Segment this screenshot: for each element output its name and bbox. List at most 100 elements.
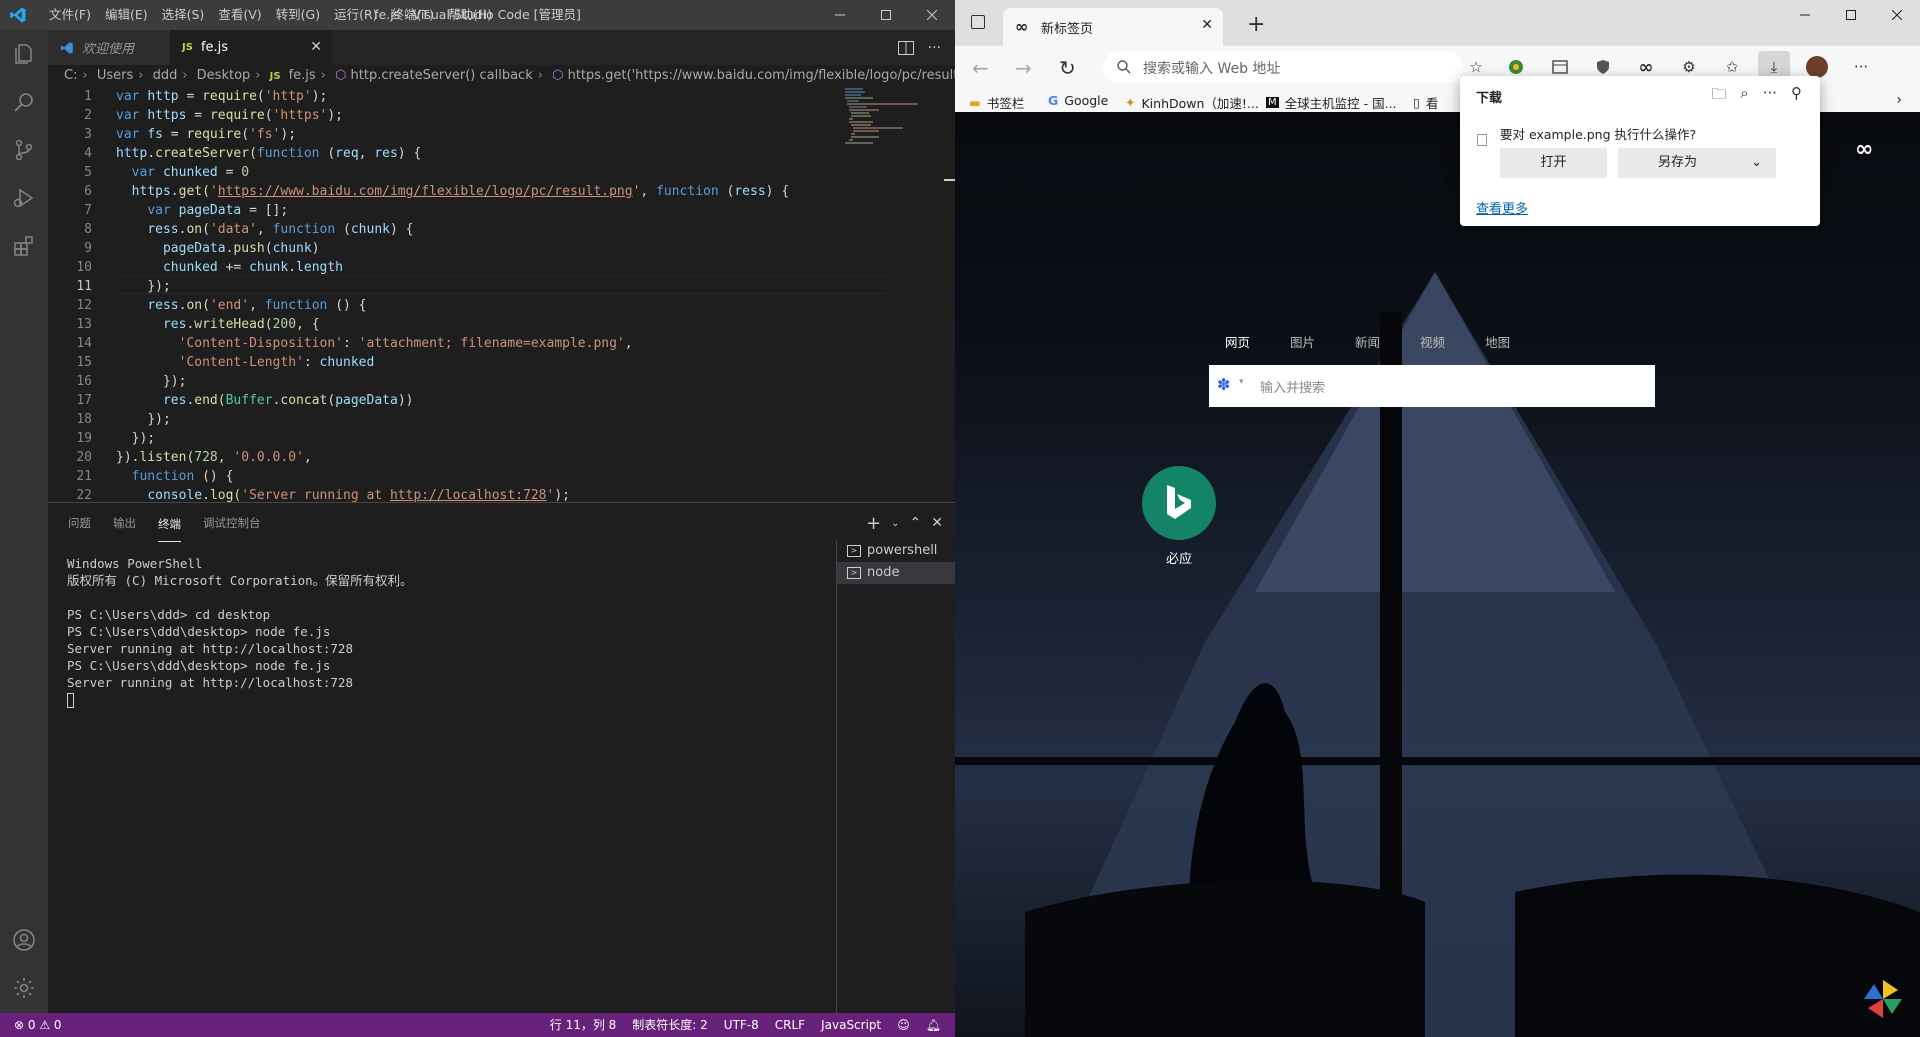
maximize-icon[interactable] <box>863 0 909 30</box>
extension-infinity-icon[interactable]: ∞ <box>1635 56 1657 78</box>
extension-shield-icon[interactable] <box>1592 56 1614 78</box>
search-tab-maps[interactable]: 地图 <box>1485 332 1510 351</box>
bookmark-folder[interactable]: ▬ 书签栏 <box>969 93 1024 112</box>
extension-globe-icon[interactable] <box>1505 56 1527 78</box>
code-line: var http = require('http'); <box>116 89 328 104</box>
chevron-down-icon[interactable]: ⌄ <box>1751 148 1762 178</box>
baidu-paw-icon[interactable]: ✽ <box>1217 375 1230 394</box>
bing-shortcut-icon[interactable] <box>1142 466 1216 540</box>
problems-status[interactable]: ⊗ 0 ⚠ 0 <box>14 1013 62 1037</box>
menu-terminal[interactable]: 终端(T) <box>385 0 441 30</box>
extension-collections-icon[interactable] <box>1549 56 1571 78</box>
search-tab-web[interactable]: 网页 <box>1225 332 1250 351</box>
tab-close-icon[interactable]: ✕ <box>1201 17 1213 33</box>
settings-gear-icon[interactable] <box>0 964 48 1012</box>
breadcrumb-item[interactable]: Desktop <box>197 68 251 83</box>
pinwheel-icon[interactable] <box>1862 978 1904 1020</box>
chevron-down-icon[interactable]: ▾ <box>1239 377 1244 387</box>
explorer-icon[interactable] <box>0 30 48 78</box>
feedback-icon[interactable]: ☺ <box>897 1013 910 1037</box>
accounts-icon[interactable] <box>0 916 48 964</box>
open-button[interactable]: 打开 <box>1500 148 1607 178</box>
search-downloads-icon[interactable]: ⌕ <box>1740 84 1748 109</box>
forward-icon[interactable]: → <box>1015 56 1032 80</box>
add-favorite-icon[interactable]: ☆ <box>1465 56 1487 78</box>
tab-welcome[interactable]: 欢迎使用 <box>48 30 170 65</box>
search-input[interactable]: ✽ ▾ 输入并搜索 <box>1209 365 1655 407</box>
source-control-icon[interactable] <box>0 126 48 174</box>
more-menu-icon[interactable]: ··· <box>1850 56 1872 78</box>
encoding[interactable]: UTF-8 <box>724 1013 759 1037</box>
bookmark-google[interactable]: G Google <box>1048 93 1108 108</box>
bookmark-host-monitor[interactable]: M 全球主机监控 - 国... <box>1266 93 1397 112</box>
tab-close-icon[interactable]: ✕ <box>310 39 322 55</box>
new-terminal-icon[interactable]: + <box>866 513 881 534</box>
breadcrumb-item[interactable]: C: <box>64 68 77 83</box>
menu-selection[interactable]: 选择(S) <box>155 0 212 30</box>
scrollbar-marker[interactable] <box>944 179 955 181</box>
indentation[interactable]: 制表符长度: 2 <box>632 1013 708 1037</box>
breadcrumb-item[interactable]: Users <box>97 68 133 83</box>
terminal-output[interactable]: Windows PowerShell 版权所有 (C) Microsoft Cor… <box>67 555 413 708</box>
menu-help[interactable]: 帮助(H) <box>441 0 499 30</box>
extensions-icon[interactable]: ⚙ <box>1678 56 1700 78</box>
browser-tab[interactable]: ∞ 新标签页 ✕ <box>1003 8 1223 46</box>
code-editor[interactable]: 1 var http = require('http'); 2 var https … <box>48 87 955 503</box>
panel-tab-output[interactable]: 输出 <box>113 503 136 543</box>
menu-file[interactable]: 文件(F) <box>42 0 98 30</box>
search-tab-news[interactable]: 新闻 <box>1355 332 1380 351</box>
close-panel-icon[interactable]: ✕ <box>931 515 943 531</box>
split-editor-icon[interactable] <box>897 40 914 55</box>
chevron-down-icon[interactable]: ⌄ <box>891 518 899 529</box>
panel-tab-problems[interactable]: 问题 <box>68 503 91 543</box>
menu-go[interactable]: 转到(G) <box>269 0 327 30</box>
breadcrumb-item[interactable]: fe.js <box>289 68 316 83</box>
extensions-icon[interactable] <box>0 222 48 270</box>
minimize-icon[interactable] <box>817 0 863 30</box>
panel-tab-terminal[interactable]: 终端 <box>158 505 181 542</box>
close-icon[interactable] <box>909 0 955 30</box>
search-icon[interactable] <box>0 78 48 126</box>
minimap[interactable] <box>843 87 943 147</box>
new-tab-icon[interactable]: + <box>1247 12 1265 37</box>
breadcrumb-item[interactable]: https.get('https://www.baidu.com/img/fle… <box>568 68 955 83</box>
back-icon[interactable]: ← <box>972 56 989 80</box>
bing-shortcut-label[interactable]: 必应 <box>1137 548 1221 567</box>
menu-edit[interactable]: 编辑(E) <box>98 0 155 30</box>
address-bar[interactable]: 搜索或输入 Web 地址 <box>1103 51 1463 83</box>
run-debug-icon[interactable] <box>0 174 48 222</box>
bookmark-other[interactable]: ▯ 看 <box>1413 93 1438 112</box>
tab-fe-js[interactable]: JS fe.js ✕ <box>170 30 332 65</box>
menu-view[interactable]: 查看(V) <box>211 0 268 30</box>
panel-tab-debug-console[interactable]: 调试控制台 <box>203 503 261 543</box>
bookmark-kinhdown[interactable]: ✦ KinhDown（加速!... <box>1125 93 1259 112</box>
terminal-item-powershell[interactable]: > powershell <box>837 540 955 562</box>
refresh-icon[interactable]: ↻ <box>1059 56 1076 80</box>
breadcrumb-item[interactable]: ddd <box>153 68 178 83</box>
search-tab-images[interactable]: 图片 <box>1290 332 1315 351</box>
breadcrumb-item[interactable]: http.createServer() callback <box>351 68 533 83</box>
chevron-right-icon[interactable]: › <box>1896 92 1902 108</box>
cursor-position[interactable]: 行 11，列 8 <box>550 1013 617 1037</box>
minimize-icon[interactable] <box>1782 0 1828 30</box>
see-more-link[interactable]: 查看更多 <box>1476 198 1528 217</box>
profile-avatar[interactable] <box>1806 56 1828 78</box>
search-tab-video[interactable]: 视频 <box>1420 332 1445 351</box>
tab-actions-icon[interactable] <box>971 15 985 29</box>
open-folder-icon[interactable]: 🗀 <box>1711 84 1726 109</box>
more-options-icon[interactable]: ··· <box>1763 84 1777 109</box>
editor-tabs: 欢迎使用 JS fe.js ✕ ··· <box>48 30 955 65</box>
maximize-icon[interactable] <box>1828 0 1874 30</box>
pin-icon[interactable]: ⚲ <box>1791 84 1802 109</box>
save-as-button[interactable]: 另存为 ⌄ <box>1618 148 1776 178</box>
terminal-item-node[interactable]: > node <box>837 562 955 584</box>
maximize-panel-icon[interactable]: ⌃ <box>910 515 922 531</box>
infinity-logo-icon[interactable]: ∞ <box>1855 137 1873 162</box>
language-mode[interactable]: JavaScript <box>821 1013 881 1037</box>
favorites-icon[interactable]: ✩ <box>1721 56 1743 78</box>
bell-icon[interactable]: 🔔︎ <box>926 1013 941 1037</box>
more-actions-icon[interactable]: ··· <box>928 40 941 56</box>
close-icon[interactable] <box>1874 0 1920 30</box>
end-of-line[interactable]: CRLF <box>775 1013 805 1037</box>
menu-run[interactable]: 运行(R) <box>327 0 384 30</box>
